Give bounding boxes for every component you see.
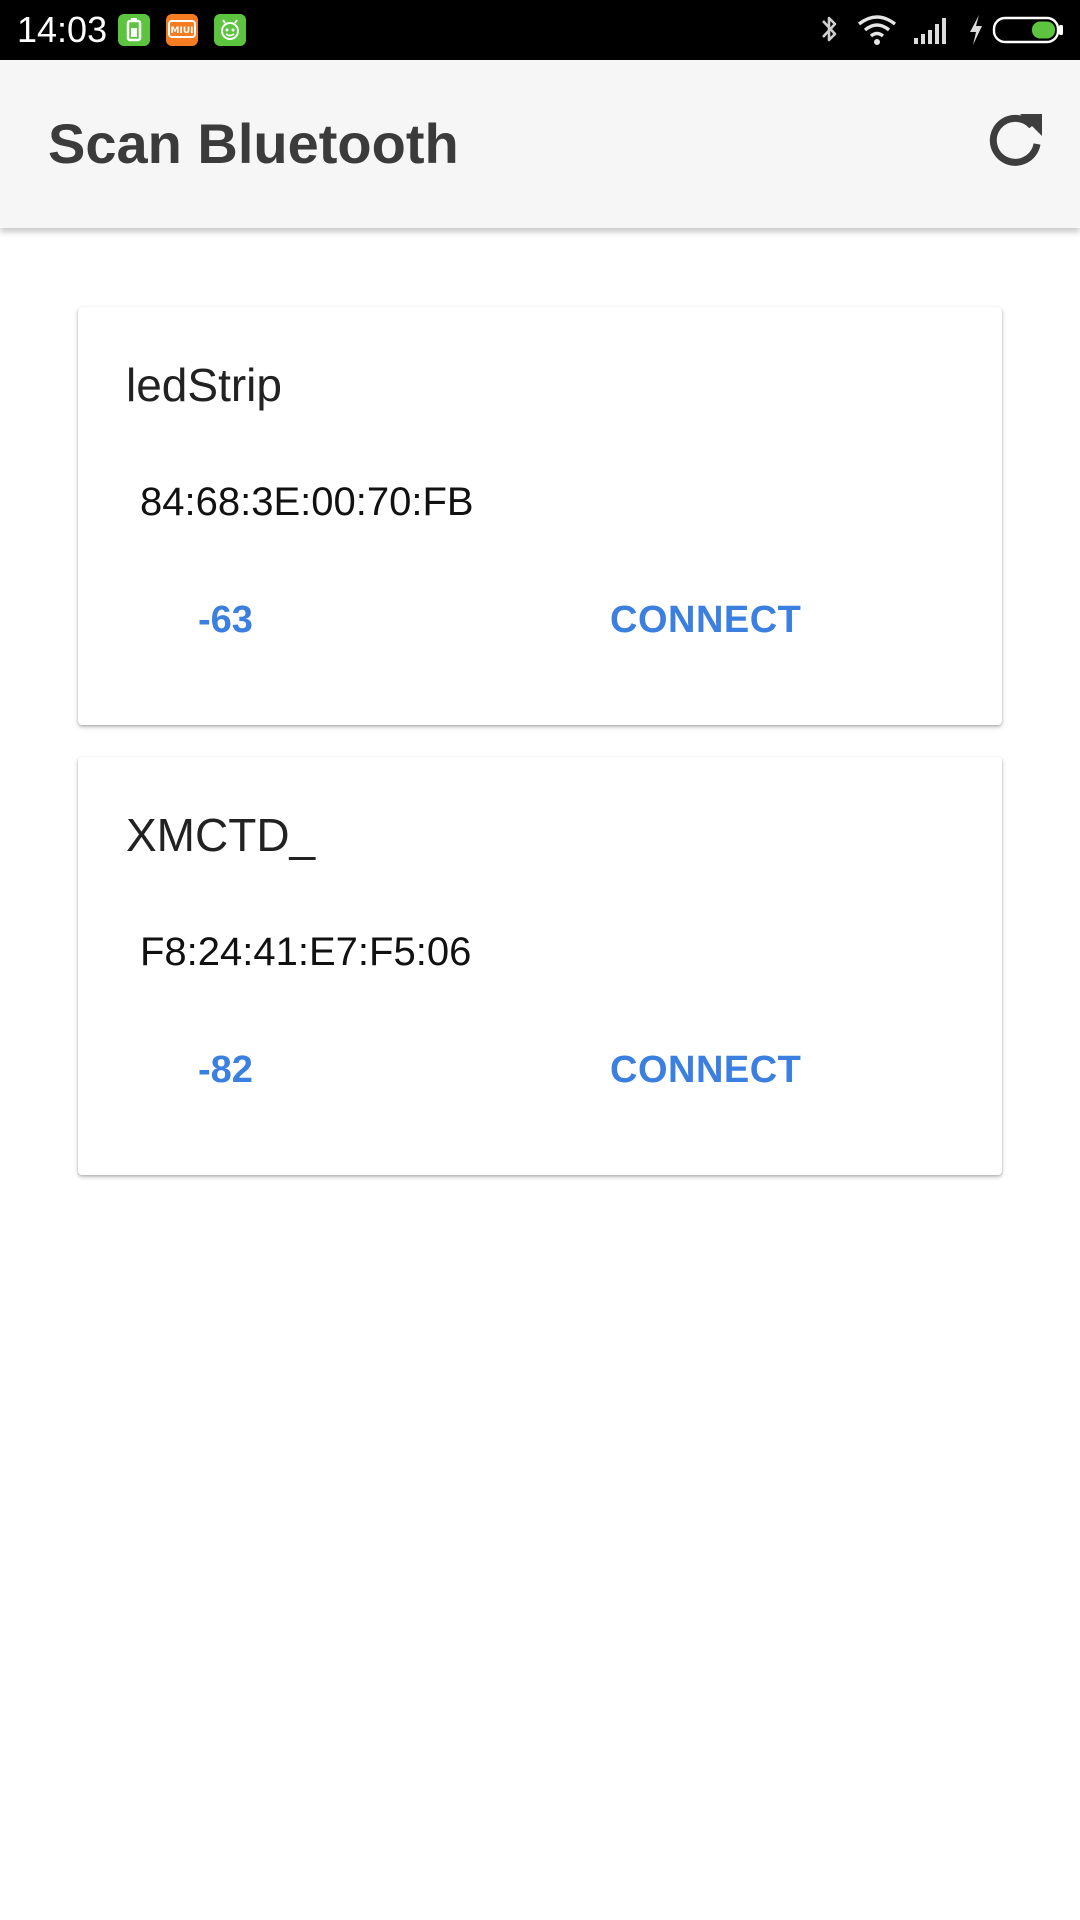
charging-icon bbox=[970, 15, 982, 45]
device-rssi: -63 bbox=[198, 599, 253, 641]
page-title: Scan Bluetooth bbox=[48, 112, 459, 175]
connect-button[interactable]: CONNECT bbox=[596, 1033, 815, 1107]
battery-icon bbox=[992, 16, 1063, 44]
wifi-icon bbox=[857, 15, 897, 45]
status-bar: 14:03 MIUI bbox=[0, 0, 1080, 60]
refresh-icon bbox=[989, 114, 1042, 166]
refresh-button[interactable] bbox=[982, 108, 1048, 174]
device-name: ledStrip bbox=[126, 359, 282, 411]
device-name: XMCTD_ bbox=[126, 809, 316, 861]
miui-icon: MIUI bbox=[166, 14, 198, 46]
device-mac-address: 84:68:3E:00:70:FB bbox=[140, 480, 474, 524]
bluetooth-icon bbox=[822, 16, 837, 42]
svg-text:MIUI: MIUI bbox=[171, 26, 194, 36]
app-bar: Scan Bluetooth bbox=[0, 60, 1080, 228]
device-rssi: -82 bbox=[198, 1049, 253, 1091]
android-app-icon bbox=[214, 14, 246, 46]
signal-icon bbox=[914, 18, 946, 44]
battery-app-icon bbox=[118, 14, 150, 46]
connect-button[interactable]: CONNECT bbox=[596, 583, 815, 657]
status-time: 14:03 bbox=[17, 9, 108, 50]
device-card: ledStrip 84:68:3E:00:70:FB -63 CONNECT bbox=[78, 307, 1002, 725]
device-mac-address: F8:24:41:E7:F5:06 bbox=[140, 930, 472, 974]
device-card: XMCTD_ F8:24:41:E7:F5:06 -82 CONNECT bbox=[78, 757, 1002, 1175]
